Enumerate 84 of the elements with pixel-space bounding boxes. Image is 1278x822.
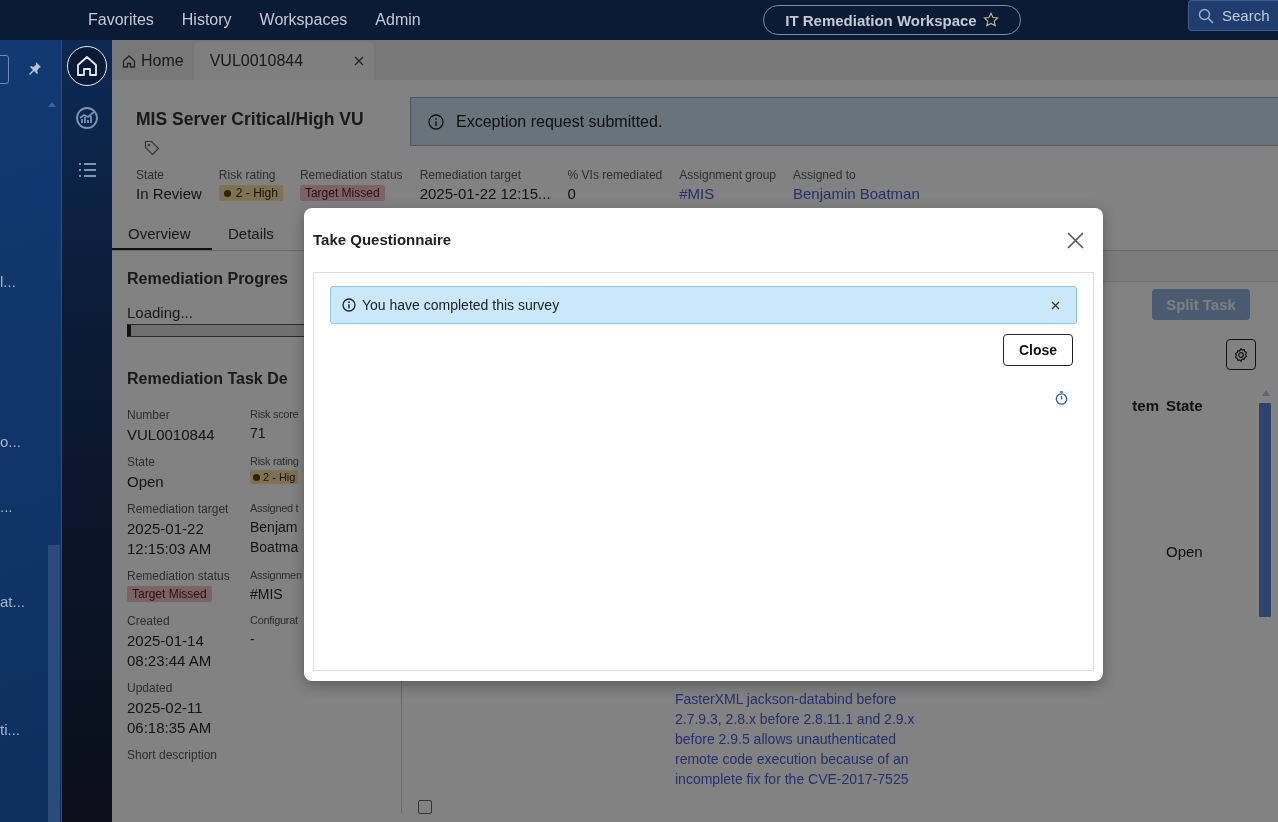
nav-item[interactable]: ti... [0, 721, 61, 739]
close-dialog-button[interactable] [1067, 231, 1084, 249]
scrollbar[interactable] [1259, 403, 1271, 617]
home-rail-button[interactable] [67, 46, 107, 86]
scroll-up-icon [1262, 390, 1270, 396]
scrollbar[interactable] [48, 545, 60, 822]
field-value: 2025-01-14 08:23:44 AM [127, 631, 213, 671]
field-label: Remediation target [127, 502, 229, 516]
section-title: Remediation Task De [127, 370, 288, 388]
field-value: - [250, 630, 256, 649]
field-value: VUL0010844 [127, 425, 215, 445]
search-icon [1198, 7, 1214, 24]
field-value: 2025-01-22 12:15... [419, 185, 551, 202]
field-label: Updated [127, 681, 173, 695]
timer-icon [1055, 391, 1068, 405]
field-label: Remediation status [299, 168, 403, 182]
field-value: 2025-02-11 06:18:35 AM [127, 698, 213, 738]
field-value: Open [127, 472, 164, 492]
section-title: Remediation Progres [127, 270, 288, 288]
field-value: 0 [567, 185, 577, 202]
pin-icon [28, 61, 42, 75]
nav-item[interactable]: ... [0, 498, 61, 516]
field-label: Risk score [250, 408, 299, 420]
nav-menu-item[interactable]: Admin [375, 11, 421, 29]
field-link[interactable]: #MIS [679, 185, 776, 202]
field-value: Benjam Boatma [250, 518, 300, 557]
close-tab-icon[interactable] [353, 56, 364, 66]
close-button[interactable]: Close [1003, 334, 1073, 366]
column-header[interactable]: State [1166, 396, 1203, 414]
caret-up-icon [48, 102, 56, 107]
risk-badge: 2 - Hig [250, 470, 299, 484]
dismiss-banner-button[interactable] [1051, 300, 1060, 310]
nav-menu-item[interactable]: Favorites [88, 11, 154, 29]
field-value: 2025-01-22 12:15:03 AM [127, 519, 213, 559]
field-label: Short description [127, 748, 218, 762]
field-value: #MIS [250, 585, 284, 604]
search-button[interactable]: Search [1188, 0, 1278, 31]
field-label: Risk rating [218, 168, 277, 182]
loading-text: Loading... [127, 304, 193, 321]
view-tab[interactable]: Details [212, 219, 290, 250]
field-label: Assignment group [679, 168, 776, 182]
column-header[interactable]: tem [1132, 396, 1159, 414]
field-label: State [127, 455, 156, 469]
chart-icon [75, 106, 99, 130]
info-icon [428, 113, 444, 130]
nav-item[interactable]: l... [0, 273, 61, 291]
field-label: Assigned t [250, 502, 299, 514]
exception-toast: Exception request submitted. [410, 97, 1278, 146]
nav-menu-item[interactable]: Workspaces [259, 11, 348, 29]
tag-icon [144, 140, 160, 156]
info-icon [342, 298, 356, 312]
close-icon [1051, 300, 1060, 310]
nav-item[interactable]: at... [0, 593, 61, 611]
dialog-title: Take Questionnaire [313, 230, 452, 248]
status-badge: Target Missed [299, 185, 385, 201]
nav-item[interactable]: o... [0, 433, 61, 451]
settings-icon [1233, 346, 1249, 363]
status-badge: Target Missed [127, 586, 212, 602]
description-link[interactable]: FasterXML jackson-databind before 2.7.9.3, 2.8.x before 2.8.11.1 and 2.9.x before 2.9.5 allows unauthenticated remote code execution because of an incomplete fix for the CVE-2017-7525 [675, 689, 915, 789]
field-label: Number [127, 408, 170, 422]
field-label: State [136, 168, 166, 182]
field-label: Risk rating [250, 455, 299, 467]
field-label: Assignmen [250, 569, 302, 581]
info-banner: You have completed this survey [330, 286, 1077, 324]
table-cell: Open [1166, 543, 1203, 560]
field-value: In Review [136, 185, 202, 202]
nav-menu-item[interactable]: History [181, 11, 232, 29]
tab[interactable]: VUL0010844 [193, 42, 374, 80]
record-title: MIS Server Critical/High VU [136, 108, 364, 131]
row-checkbox[interactable] [418, 800, 432, 814]
field-value: 71 [250, 424, 267, 443]
field-label: Created [127, 614, 170, 628]
close-icon [1067, 231, 1084, 249]
risk-badge: 2 - High [218, 185, 283, 201]
field-label: Configurat [250, 614, 298, 626]
field-label: Remediation target [419, 168, 522, 182]
settings-button[interactable] [1226, 339, 1256, 370]
home-icon [122, 54, 136, 68]
field-label: Assigned to [793, 168, 857, 182]
field-label: % VIs remediated [567, 168, 663, 182]
tab[interactable]: Home [112, 42, 194, 80]
home-icon [75, 54, 99, 78]
field-label: Remediation status [127, 569, 230, 583]
field-link[interactable]: Benjamin Boatman [793, 185, 920, 202]
